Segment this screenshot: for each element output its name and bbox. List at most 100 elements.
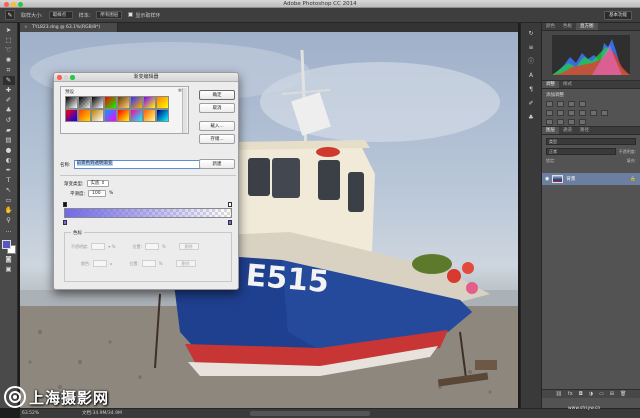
quick-mask-icon[interactable]: ◙: [3, 255, 15, 264]
foreground-color-swatch[interactable]: [1, 240, 11, 249]
dialog-window-controls[interactable]: [57, 75, 75, 80]
move-tool-icon[interactable]: ➤: [3, 26, 15, 35]
opacity-delete-button[interactable]: 删除: [178, 243, 199, 250]
clone-source-panel-icon[interactable]: ♣: [525, 113, 537, 122]
path-select-tool-icon[interactable]: ↖: [3, 186, 15, 195]
gradient-tool-icon[interactable]: ▤: [3, 136, 15, 145]
preset-swatch[interactable]: [104, 109, 117, 122]
preset-swatch[interactable]: [65, 96, 78, 109]
horizontal-scrollbar[interactable]: [250, 411, 370, 416]
eyedropper-tool-preset-icon[interactable]: ✎: [5, 10, 15, 20]
lasso-tool-icon[interactable]: ➰: [3, 46, 15, 55]
type-tool-icon[interactable]: T: [3, 176, 15, 185]
preset-swatch[interactable]: [91, 109, 104, 122]
pen-tool-icon[interactable]: ✒: [3, 166, 15, 175]
color-delete-button[interactable]: 删除: [175, 260, 196, 267]
screen-mode-icon[interactable]: ▣: [3, 265, 15, 274]
close-icon[interactable]: [4, 1, 9, 7]
preset-swatch[interactable]: [143, 109, 156, 122]
opacity-location-input[interactable]: [144, 243, 159, 250]
document-tab[interactable]: × TYL823.dng @ 63.1%(RGB/8*): [20, 23, 118, 32]
workspace-switcher[interactable]: 基本功能: [604, 11, 632, 20]
preset-swatch[interactable]: [78, 109, 91, 122]
opacity-unit-dropdown-icon[interactable]: ▾ %: [108, 244, 115, 249]
preset-swatch[interactable]: [117, 96, 130, 109]
tab-channels[interactable]: 通道: [559, 127, 576, 134]
eraser-tool-icon[interactable]: ▰: [3, 126, 15, 135]
tab-swatches[interactable]: 色板: [559, 23, 576, 30]
zoom-icon[interactable]: [18, 1, 23, 7]
invert-icon[interactable]: [546, 119, 553, 125]
color-stop-end[interactable]: [228, 220, 232, 225]
new-button[interactable]: 新建: [199, 159, 235, 169]
blur-tool-icon[interactable]: ●: [3, 146, 15, 155]
gradient-preview-bar[interactable]: [64, 208, 232, 218]
load-button[interactable]: 载入...: [199, 121, 235, 131]
new-group-icon[interactable]: ▭: [599, 391, 604, 397]
dialog-close-icon[interactable]: [57, 75, 62, 80]
history-brush-tool-icon[interactable]: ↺: [3, 116, 15, 125]
brightness-icon[interactable]: [546, 101, 553, 107]
shape-tool-icon[interactable]: ▭: [3, 196, 15, 205]
gradient-type-select[interactable]: 实底 ⇕: [86, 180, 109, 187]
history-panel-icon[interactable]: ↻: [525, 29, 537, 38]
color-balance-icon[interactable]: [568, 110, 575, 116]
tab-histogram[interactable]: 直方图: [576, 23, 598, 30]
zoom-level[interactable]: 63.52%: [22, 409, 39, 418]
tab-paths[interactable]: 路径: [576, 127, 593, 134]
opacity-stop-right[interactable]: [228, 202, 232, 207]
brush-tool-icon[interactable]: ✐: [3, 96, 15, 105]
preset-swatch[interactable]: [104, 96, 117, 109]
black-white-icon[interactable]: [579, 110, 586, 116]
opacity-input[interactable]: [91, 243, 106, 250]
window-controls[interactable]: [4, 1, 23, 7]
gradient-map-icon[interactable]: [579, 119, 586, 125]
preset-swatch[interactable]: [130, 109, 143, 122]
color-swatches[interactable]: [1, 240, 16, 254]
opacity-stop-left[interactable]: [63, 202, 67, 207]
preset-swatch[interactable]: [156, 96, 169, 109]
clone-stamp-tool-icon[interactable]: ♣: [3, 106, 15, 115]
zoom-tool-icon[interactable]: ⚲: [3, 216, 15, 225]
preset-swatch[interactable]: [91, 96, 104, 109]
smoothness-input[interactable]: 100: [88, 190, 107, 197]
preset-swatch[interactable]: [143, 96, 156, 109]
new-adjustment-icon[interactable]: ◑: [589, 391, 593, 397]
blend-mode-select[interactable]: 正常: [546, 148, 616, 155]
link-layers-icon[interactable]: ⛓: [556, 391, 562, 397]
preset-swatch[interactable]: [130, 96, 143, 109]
sample-select[interactable]: 所有图层: [96, 11, 123, 19]
layer-kind-filter[interactable]: 类型: [546, 138, 636, 145]
threshold-icon[interactable]: [568, 119, 575, 125]
paragraph-panel-icon[interactable]: ¶: [525, 85, 537, 94]
more-tools-icon[interactable]: …: [3, 226, 15, 235]
properties-panel-icon[interactable]: ≡: [525, 43, 537, 52]
show-ring-checkbox[interactable]: [128, 11, 134, 17]
tab-styles[interactable]: 样式: [559, 81, 576, 88]
vibrance-icon[interactable]: [546, 110, 553, 116]
info-panel-icon[interactable]: ⓘ: [525, 57, 537, 66]
posterize-icon[interactable]: [557, 119, 564, 125]
minimize-icon[interactable]: [11, 1, 16, 7]
color-stop-foreground[interactable]: [63, 220, 67, 225]
crop-tool-icon[interactable]: ⌗: [3, 66, 15, 75]
color-location-input[interactable]: [141, 260, 156, 267]
show-ring-checkbox-group[interactable]: 显示取样环: [128, 11, 160, 19]
levels-icon[interactable]: [557, 101, 564, 107]
preset-swatch[interactable]: [156, 109, 169, 122]
color-well[interactable]: [93, 260, 108, 267]
presets-scrollbar[interactable]: [182, 88, 187, 133]
character-panel-icon[interactable]: A: [525, 71, 537, 80]
document-size[interactable]: 文档:34.9M/34.9M: [82, 409, 122, 418]
new-layer-icon[interactable]: ⊞: [610, 391, 614, 397]
dialog-zoom-icon[interactable]: [70, 75, 75, 80]
eyedropper-tool-icon[interactable]: ✎: [2, 76, 15, 85]
healing-tool-icon[interactable]: ✚: [3, 86, 15, 95]
quick-select-tool-icon[interactable]: ✺: [3, 56, 15, 65]
layer-style-icon[interactable]: fx: [568, 391, 573, 397]
ok-button[interactable]: 确定: [199, 90, 235, 100]
brush-panel-icon[interactable]: ✐: [525, 99, 537, 108]
add-mask-icon[interactable]: ◘: [579, 391, 583, 397]
tab-layers[interactable]: 图层: [542, 127, 559, 134]
tab-adjustments[interactable]: 调整: [542, 81, 559, 88]
